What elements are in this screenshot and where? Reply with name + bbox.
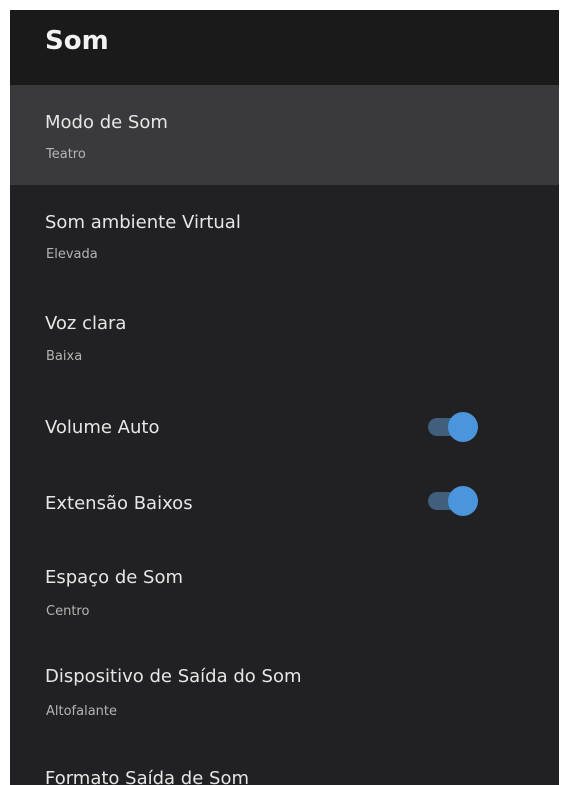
toggle-knob	[448, 412, 478, 442]
bass-extension-toggle[interactable]	[428, 486, 483, 516]
item-subtitle: Altofalante	[46, 704, 118, 719]
header: Som	[10, 10, 559, 85]
item-subtitle: Teatro	[46, 147, 86, 162]
setting-sound-space[interactable]: Espaço de Som Centro	[10, 544, 559, 646]
setting-clear-voice[interactable]: Voz clara Baixa	[10, 289, 559, 389]
item-title: Som ambiente Virtual	[45, 212, 241, 233]
setting-sound-output-device[interactable]: Dispositivo de Saída do Som Altofalante	[10, 646, 559, 746]
setting-auto-volume[interactable]: Volume Auto	[10, 389, 559, 465]
item-title: Espaço de Som	[45, 567, 184, 588]
item-subtitle: Baixa	[46, 349, 83, 364]
item-title: Extensão Baixos	[45, 493, 193, 514]
item-subtitle: Elevada	[46, 247, 98, 262]
page-title: Som	[45, 26, 109, 56]
toggle-knob	[448, 486, 478, 516]
setting-sound-mode[interactable]: Modo de Som Teatro	[10, 85, 559, 185]
item-title: Volume Auto	[45, 417, 160, 438]
settings-panel: Som Modo de Som Teatro Som ambiente Virt…	[10, 10, 559, 785]
setting-bass-extension[interactable]: Extensão Baixos	[10, 465, 559, 544]
item-title: Voz clara	[45, 313, 127, 334]
item-subtitle: Centro	[46, 604, 90, 619]
item-title: Formato Saída de Som	[45, 768, 249, 785]
setting-virtual-surround[interactable]: Som ambiente Virtual Elevada	[10, 185, 559, 289]
auto-volume-toggle[interactable]	[428, 412, 483, 442]
item-title: Modo de Som	[45, 112, 168, 133]
setting-sound-output-format[interactable]: Formato Saída de Som	[10, 746, 559, 785]
item-title: Dispositivo de Saída do Som	[45, 666, 302, 687]
